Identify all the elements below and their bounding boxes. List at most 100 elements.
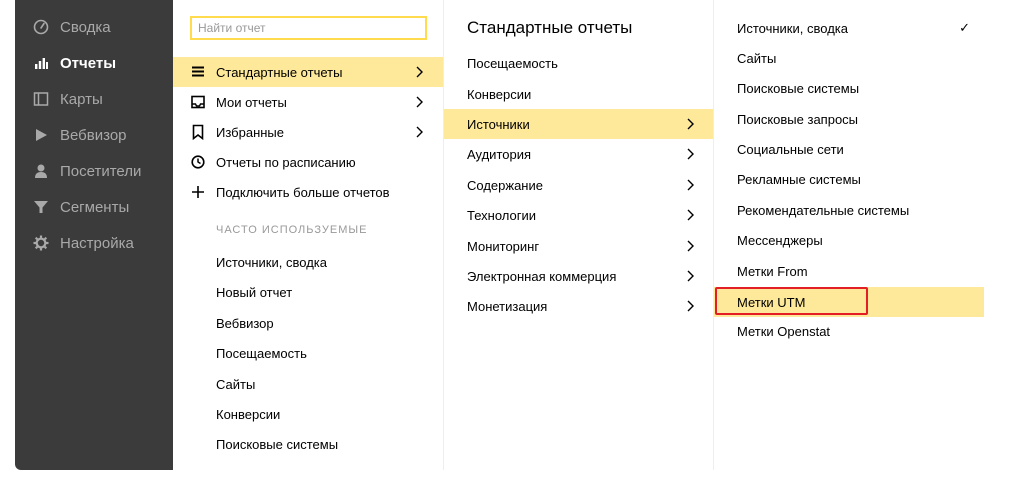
sources-item-ad-systems[interactable]: Рекламные системы <box>714 164 984 194</box>
sources-item-messengers[interactable]: Мессенджеры <box>714 225 984 255</box>
sidebar-item-label: Карты <box>60 90 103 108</box>
sources-item-label: Мессенджеры <box>737 232 823 248</box>
menu-item-label: Стандартные отчеты <box>216 64 343 80</box>
reports-menu: Стандартные отчеты Мои отчеты Избранные … <box>173 0 443 470</box>
frequent-section-title: Часто используемые <box>216 224 368 236</box>
sources-item-search-queries[interactable]: Поисковые запросы <box>714 104 984 134</box>
chevron-right-icon <box>686 298 696 314</box>
frequent-item[interactable]: Сайты <box>173 369 443 399</box>
chevron-right-icon <box>686 238 696 254</box>
menu-item-favorites[interactable]: Избранные <box>173 117 443 147</box>
menu-item-my-reports[interactable]: Мои отчеты <box>173 87 443 117</box>
gauge-icon <box>32 18 50 36</box>
sidebar-item-segments[interactable]: Сегменты <box>15 189 173 225</box>
check-icon: ✓ <box>959 20 970 35</box>
frequent-item-label: Сайты <box>216 376 256 392</box>
sidebar-item-reports[interactable]: Отчеты <box>15 45 173 81</box>
sidebar-item-label: Посетители <box>60 162 142 180</box>
sidebar-item-label: Сводка <box>60 18 111 36</box>
sources-item-openstat-tags[interactable]: Метки Openstat <box>714 316 984 346</box>
plus-icon <box>190 184 206 200</box>
standard-item-label: Монетизация <box>467 298 548 314</box>
sources-item-label: Рекомендательные системы <box>737 202 910 218</box>
sources-item-utm-tags[interactable]: Метки UTM <box>714 287 984 317</box>
standard-item-monetization[interactable]: Монетизация <box>444 291 714 321</box>
standard-reports-menu: Стандартные отчеты Посещаемость Конверси… <box>443 0 714 470</box>
frequent-item-label: Источники, сводка <box>216 254 327 270</box>
standard-item-attendance[interactable]: Посещаемость <box>444 48 714 78</box>
chevron-right-icon <box>686 146 696 162</box>
play-icon <box>32 126 50 144</box>
frequent-item-label: Новый отчет <box>216 284 293 300</box>
sidebar-item-webvisor[interactable]: Вебвизор <box>15 117 173 153</box>
menu-item-label: Избранные <box>216 124 284 140</box>
search-input[interactable] <box>190 16 427 40</box>
standard-item-conversions[interactable]: Конверсии <box>444 79 714 109</box>
sources-item-label: Метки Openstat <box>737 323 831 339</box>
inbox-icon <box>190 94 206 110</box>
bar-chart-icon <box>32 54 50 72</box>
clock-icon <box>190 154 206 170</box>
sources-menu: Источники, сводка ✓ Сайты Поисковые сист… <box>713 0 984 470</box>
frequent-item[interactable]: Конверсии <box>173 399 443 429</box>
standard-item-audience[interactable]: Аудитория <box>444 139 714 169</box>
menu-item-label: Отчеты по расписанию <box>216 154 356 170</box>
sources-item-label: Поисковые запросы <box>737 111 859 127</box>
bookmark-icon <box>190 124 206 141</box>
user-icon <box>32 162 50 180</box>
chevron-right-icon <box>415 64 425 80</box>
column-title: Стандартные отчеты <box>467 18 633 37</box>
standard-item-content[interactable]: Содержание <box>444 170 714 200</box>
standard-item-label: Содержание <box>467 177 543 193</box>
sidebar: Сводка Отчеты Карты Вебвизор Посетители … <box>15 0 173 470</box>
sources-item-search-engines[interactable]: Поисковые системы <box>714 73 984 103</box>
standard-item-label: Электронная коммерция <box>467 268 617 284</box>
highlight-outline <box>715 287 868 315</box>
sidebar-item-maps[interactable]: Карты <box>15 81 173 117</box>
chevron-right-icon <box>686 116 696 132</box>
standard-item-label: Технологии <box>467 207 537 223</box>
menu-item-label: Мои отчеты <box>216 94 287 110</box>
menu-item-scheduled-reports[interactable]: Отчеты по расписанию <box>173 147 443 177</box>
standard-item-label: Посещаемость <box>467 55 558 71</box>
chevron-right-icon <box>686 268 696 284</box>
gear-icon <box>32 234 50 252</box>
sidebar-item-visitors[interactable]: Посетители <box>15 153 173 189</box>
standard-item-monitoring[interactable]: Мониторинг <box>444 231 714 261</box>
sources-item-from-tags[interactable]: Метки From <box>714 256 984 286</box>
sidebar-item-settings[interactable]: Настройка <box>15 225 173 261</box>
standard-item-ecommerce[interactable]: Электронная коммерция <box>444 261 714 291</box>
sidebar-item-label: Отчеты <box>60 54 117 72</box>
standard-item-technologies[interactable]: Технологии <box>444 200 714 230</box>
sidebar-item-label: Сегменты <box>60 198 130 216</box>
frequent-item[interactable]: Новый отчет <box>173 277 443 307</box>
frequent-item[interactable]: Источники, сводка <box>173 247 443 277</box>
standard-item-label: Источники <box>467 116 530 132</box>
sources-item-label: Поисковые системы <box>737 80 860 96</box>
chevron-right-icon <box>686 207 696 223</box>
sources-item-summary[interactable]: Источники, сводка ✓ <box>714 13 984 43</box>
sidebar-item-summary[interactable]: Сводка <box>15 9 173 45</box>
list-icon <box>190 64 206 80</box>
frequent-item-label: Вебвизор <box>216 315 274 331</box>
filter-icon <box>32 198 50 216</box>
standard-item-sources[interactable]: Источники <box>444 109 714 139</box>
map-icon <box>32 90 50 108</box>
sidebar-item-label: Вебвизор <box>60 126 127 144</box>
chevron-right-icon <box>686 177 696 193</box>
sources-item-label: Социальные сети <box>737 141 844 157</box>
sources-item-label: Источники, сводка <box>737 20 848 36</box>
frequent-item[interactable]: Поисковые системы <box>173 429 443 459</box>
sources-item-label: Рекламные системы <box>737 171 861 187</box>
frequent-item[interactable]: Посещаемость <box>173 338 443 368</box>
frequent-item[interactable]: Вебвизор <box>173 308 443 338</box>
menu-item-connect-more[interactable]: Подключить больше отчетов <box>173 177 443 207</box>
sources-item-recommendation[interactable]: Рекомендательные системы <box>714 195 984 225</box>
sources-item-social[interactable]: Социальные сети <box>714 134 984 164</box>
sources-item-sites[interactable]: Сайты <box>714 43 984 73</box>
standard-item-label: Мониторинг <box>467 238 540 254</box>
menu-item-standard-reports[interactable]: Стандартные отчеты <box>173 57 443 87</box>
menu-item-label: Подключить больше отчетов <box>216 184 390 200</box>
chevron-right-icon <box>415 94 425 110</box>
chevron-right-icon <box>415 124 425 140</box>
